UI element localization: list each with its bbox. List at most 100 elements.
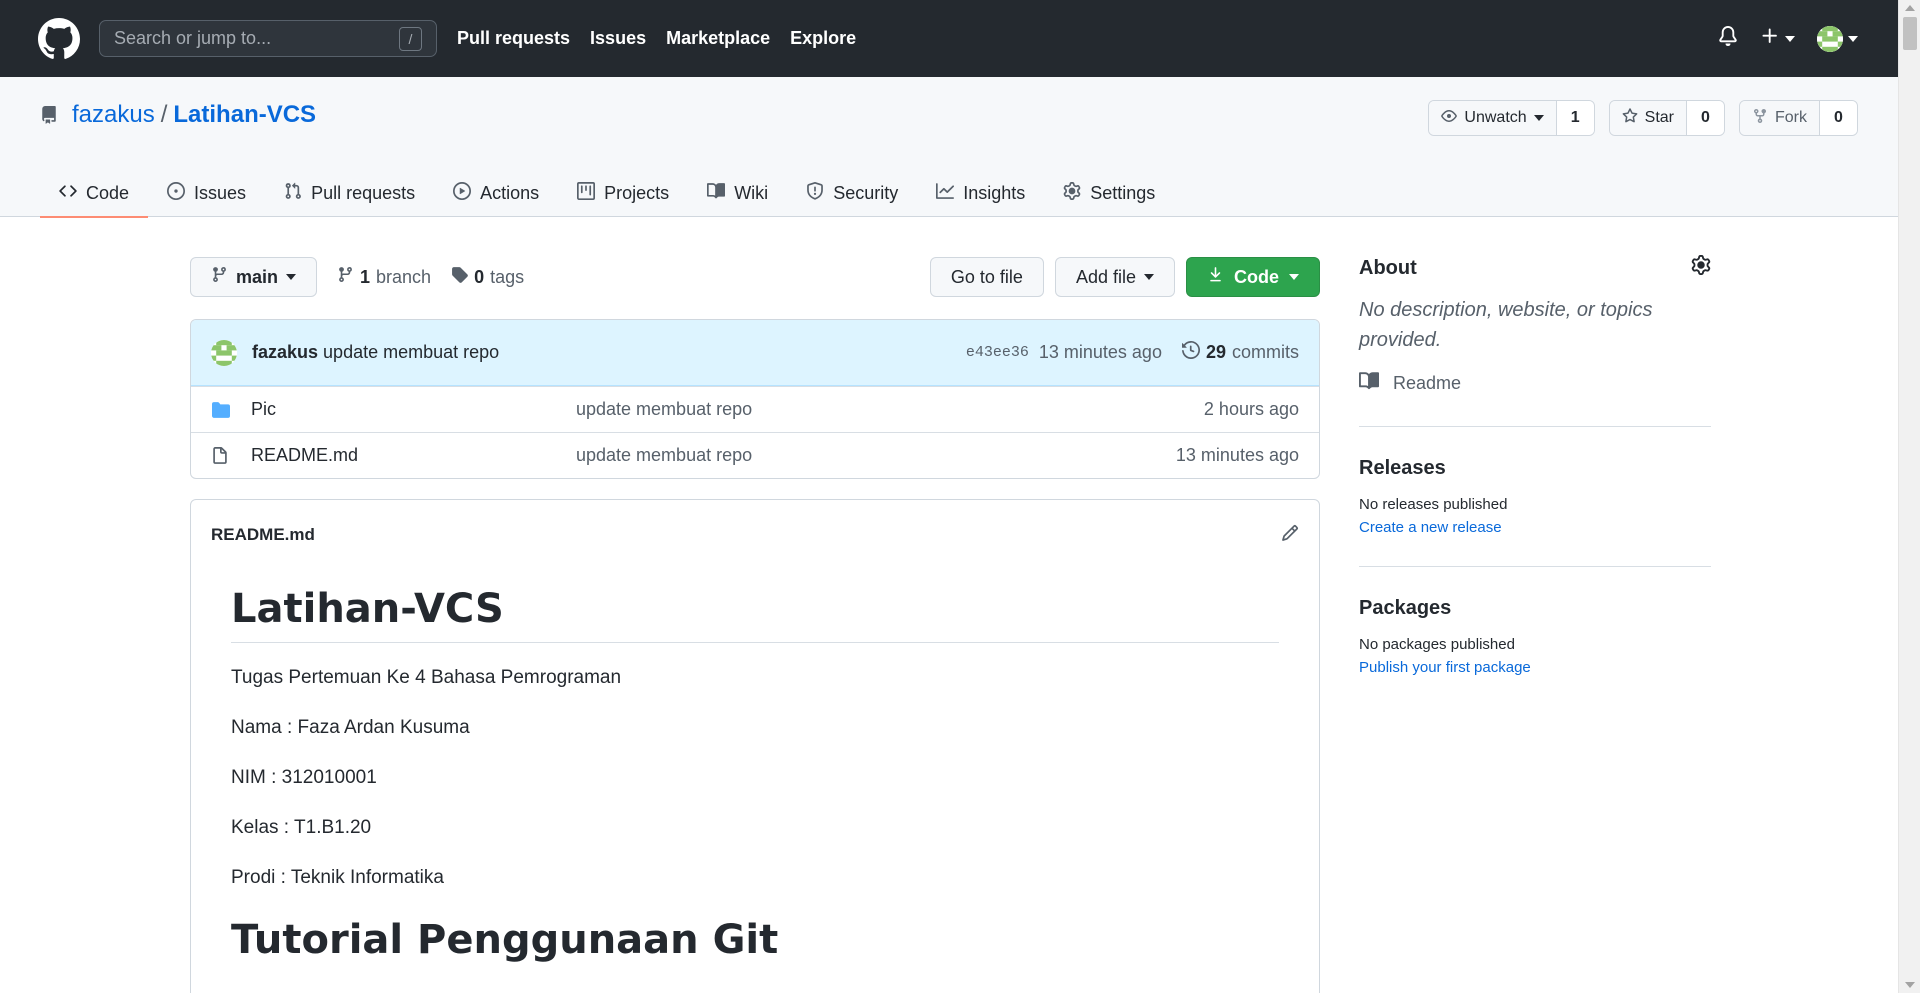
tab-label: Pull requests bbox=[311, 182, 416, 203]
tab-label: Projects bbox=[604, 182, 670, 203]
about-title: About bbox=[1359, 256, 1417, 279]
fork-icon bbox=[1752, 108, 1768, 129]
star-button[interactable]: Star bbox=[1609, 101, 1686, 135]
tab-actions[interactable]: Actions bbox=[434, 169, 558, 217]
tab-insights[interactable]: Insights bbox=[917, 169, 1044, 217]
chevron-down-icon bbox=[1144, 274, 1154, 280]
tab-pull-requests[interactable]: Pull requests bbox=[265, 169, 434, 217]
readme-line: Prodi : Teknik Informatika bbox=[231, 867, 444, 888]
tags-link[interactable]: 0 tags bbox=[451, 266, 524, 288]
search-input[interactable]: Search or jump to... / bbox=[99, 20, 437, 57]
issue-icon bbox=[167, 181, 186, 205]
tab-settings[interactable]: Settings bbox=[1044, 169, 1174, 217]
file-commit-message[interactable]: update membuat repo bbox=[576, 399, 1204, 420]
latest-commit: fazakus update membuat repo e43ee36 13 m… bbox=[191, 320, 1319, 386]
pull-request-icon bbox=[284, 182, 302, 205]
file-actions: Go to file Add file Code bbox=[929, 257, 1320, 297]
readme-panel: README.md Latihan-VCS Tugas Pertemuan Ke… bbox=[190, 499, 1320, 993]
scroll-down-arrow-icon[interactable] bbox=[1905, 982, 1915, 988]
commit-sha[interactable]: e43ee36 bbox=[966, 344, 1029, 361]
file-row[interactable]: Pic update membuat repo 2 hours ago bbox=[191, 386, 1319, 432]
create-new-dropdown[interactable] bbox=[1760, 26, 1795, 51]
tab-label: Actions bbox=[480, 182, 540, 203]
history-icon bbox=[1181, 340, 1200, 364]
file-browser: fazakus update membuat repo e43ee36 13 m… bbox=[190, 319, 1320, 479]
tab-wiki[interactable]: Wiki bbox=[688, 169, 787, 217]
global-header: Search or jump to... / Pull requests Iss… bbox=[0, 0, 1898, 77]
folder-icon bbox=[211, 401, 233, 419]
file-row[interactable]: README.md update membuat repo 13 minutes… bbox=[191, 432, 1319, 478]
nav-marketplace[interactable]: Marketplace bbox=[666, 28, 770, 49]
about-header: About bbox=[1359, 255, 1711, 281]
readme-subheading: Tutorial Penggunaan Git bbox=[231, 917, 779, 963]
avatar[interactable] bbox=[211, 339, 237, 366]
releases-title[interactable]: Releases bbox=[1359, 457, 1711, 480]
nav-pull-requests[interactable]: Pull requests bbox=[457, 28, 570, 49]
avatar bbox=[1817, 25, 1843, 52]
eye-icon bbox=[1441, 108, 1458, 129]
repo-title: fazakus / Latihan-VCS bbox=[40, 101, 316, 129]
repo-owner-link[interactable]: fazakus bbox=[72, 101, 155, 129]
readme-header: README.md bbox=[191, 500, 1319, 570]
commit-message[interactable]: update membuat repo bbox=[323, 342, 499, 363]
go-to-file-button[interactable]: Go to file bbox=[929, 257, 1044, 297]
bell-icon[interactable] bbox=[1718, 25, 1738, 52]
publish-package-link[interactable]: Publish your first package bbox=[1359, 659, 1711, 676]
star-count[interactable]: 0 bbox=[1686, 101, 1724, 135]
tab-issues[interactable]: Issues bbox=[148, 169, 265, 217]
play-icon bbox=[453, 181, 472, 205]
commits-link[interactable]: 29 commits bbox=[1181, 340, 1299, 364]
readme-line: NIM : 312010001 bbox=[231, 767, 377, 788]
branch-name: main bbox=[236, 266, 279, 287]
file-name[interactable]: Pic bbox=[251, 399, 576, 420]
github-logo-icon[interactable] bbox=[38, 17, 80, 60]
create-release-link[interactable]: Create a new release bbox=[1359, 519, 1711, 536]
repo-tabs: Code Issues Pull requests Actions Projec… bbox=[40, 169, 1174, 218]
watch-count[interactable]: 1 bbox=[1555, 101, 1594, 135]
add-file-button[interactable]: Add file bbox=[1054, 257, 1175, 297]
packages-title[interactable]: Packages bbox=[1359, 597, 1711, 620]
commit-count-label: commits bbox=[1232, 342, 1299, 362]
tag-icon bbox=[451, 266, 468, 288]
file-age: 2 hours ago bbox=[1203, 399, 1299, 419]
user-menu[interactable] bbox=[1817, 25, 1858, 52]
gear-icon[interactable] bbox=[1691, 255, 1711, 281]
fork-button[interactable]: Fork bbox=[1740, 101, 1819, 135]
readme-link[interactable]: Readme bbox=[1359, 371, 1711, 396]
tab-label: Insights bbox=[963, 182, 1026, 203]
repo-path-separator: / bbox=[160, 101, 168, 128]
file-name[interactable]: README.md bbox=[251, 445, 576, 466]
page-scrollbar[interactable] bbox=[1898, 0, 1920, 993]
tab-label: Wiki bbox=[734, 182, 769, 203]
nav-explore[interactable]: Explore bbox=[790, 28, 856, 49]
divider bbox=[1359, 426, 1711, 427]
tab-security[interactable]: Security bbox=[787, 169, 917, 217]
star-button-group: Star 0 bbox=[1608, 100, 1725, 136]
fork-count[interactable]: 0 bbox=[1819, 101, 1857, 135]
branches-link[interactable]: 1 branch bbox=[337, 266, 431, 288]
commit-author[interactable]: fazakus bbox=[252, 342, 318, 363]
chevron-down-icon bbox=[1289, 274, 1299, 280]
plus-icon bbox=[1760, 26, 1780, 51]
search-placeholder: Search or jump to... bbox=[114, 28, 272, 48]
repo-name-link[interactable]: Latihan-VCS bbox=[173, 101, 316, 129]
tab-code[interactable]: Code bbox=[40, 169, 149, 218]
tag-count-label: tags bbox=[490, 266, 525, 287]
readme-filename[interactable]: README.md bbox=[211, 525, 315, 545]
code-download-button[interactable]: Code bbox=[1186, 257, 1320, 297]
file-commit-message[interactable]: update membuat repo bbox=[576, 445, 1176, 466]
nav-issues[interactable]: Issues bbox=[590, 28, 646, 49]
scroll-up-arrow-icon[interactable] bbox=[1905, 5, 1915, 11]
branch-select-button[interactable]: main bbox=[190, 257, 318, 297]
readme-heading: Latihan-VCS bbox=[231, 586, 1279, 643]
tab-label: Issues bbox=[194, 182, 247, 203]
search-shortcut-key: / bbox=[399, 26, 422, 51]
readme-content: Latihan-VCS Tugas Pertemuan Ke 4 Bahasa … bbox=[191, 586, 1319, 963]
pencil-icon[interactable] bbox=[1281, 524, 1299, 547]
packages-section: Packages No packages published Publish y… bbox=[1359, 597, 1711, 676]
scrollbar-thumb[interactable] bbox=[1903, 17, 1917, 50]
book-icon bbox=[707, 182, 726, 205]
star-icon bbox=[1622, 107, 1638, 129]
tab-projects[interactable]: Projects bbox=[558, 169, 688, 217]
unwatch-button[interactable]: Unwatch bbox=[1429, 101, 1556, 135]
